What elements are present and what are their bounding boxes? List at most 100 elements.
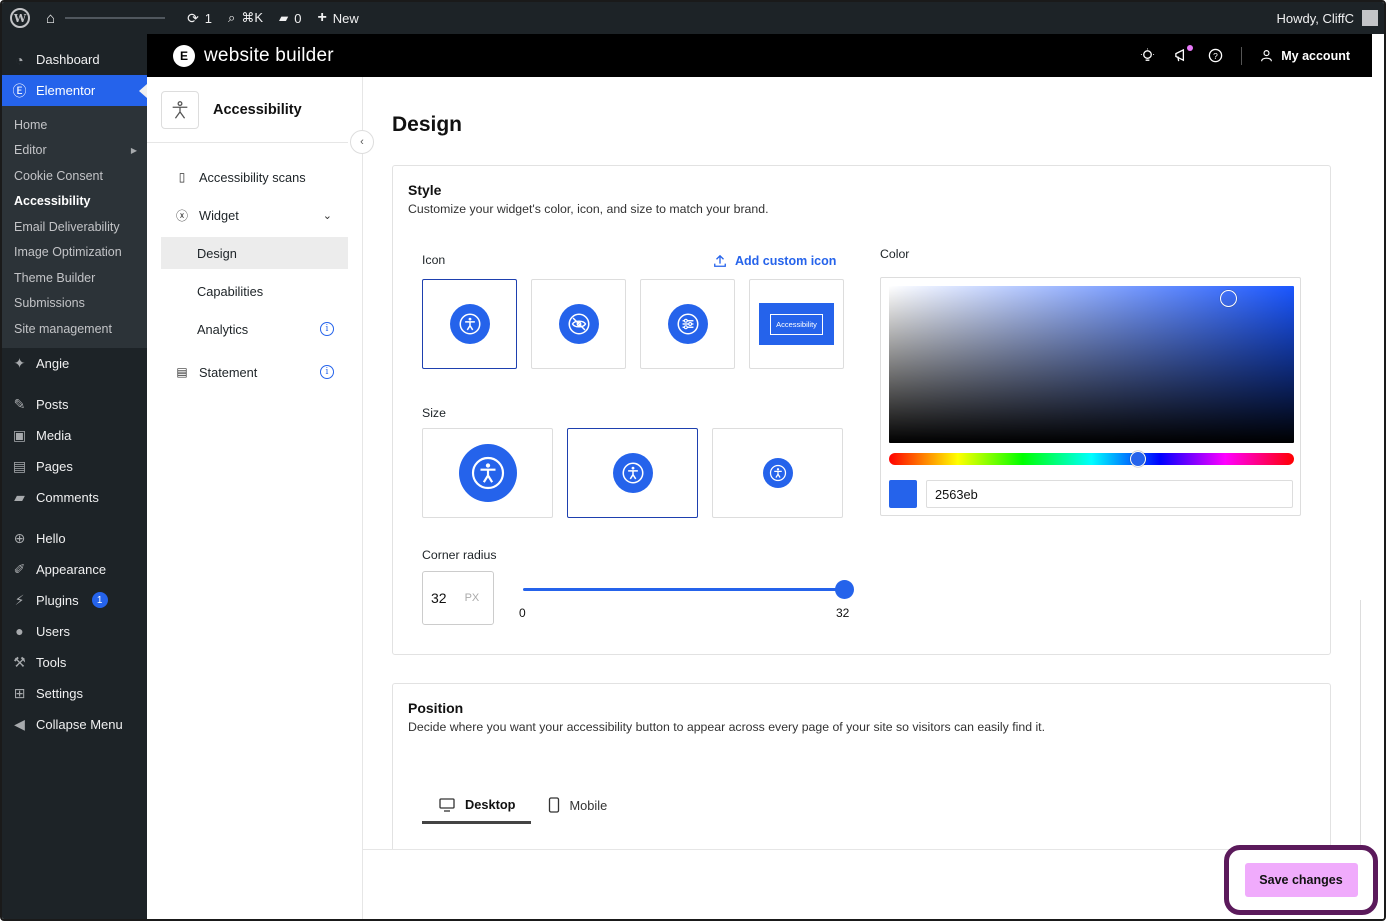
- menu-media[interactable]: ▣ Media: [2, 420, 147, 451]
- comments-menu[interactable]: ▰ 0: [271, 2, 309, 34]
- size-option-small[interactable]: [712, 428, 843, 518]
- nav-capabilities[interactable]: Capabilities: [147, 272, 348, 310]
- pin-icon: ✎: [13, 395, 26, 412]
- save-changes-button[interactable]: Save changes: [1244, 863, 1358, 897]
- plus-icon: +: [317, 9, 327, 26]
- help-icon[interactable]: ?: [1207, 48, 1223, 64]
- color-swatch: [889, 480, 917, 508]
- search-menu[interactable]: ⌕ ⌘K: [220, 2, 271, 34]
- hex-color-input[interactable]: [926, 480, 1293, 508]
- updates-menu[interactable]: ⟳ 1: [179, 2, 220, 34]
- style-card: Style Customize your widget's color, ico…: [392, 165, 1331, 655]
- menu-tools[interactable]: ⚒ Tools: [2, 647, 147, 678]
- accessibility-sidebar: Accessibility ▯ Accessibility scans ⓧ Wi…: [147, 77, 363, 919]
- menu-angie[interactable]: ✦ Angie: [2, 348, 147, 379]
- submenu-email-deliverability[interactable]: Email Deliverability: [2, 214, 147, 240]
- wp-admin-bar: W ⌂ ⟳ 1 ⌕ ⌘K ▰ 0 + New Howdy, CliffC: [2, 2, 1384, 34]
- style-description: Customize your widget's color, icon, and…: [408, 202, 769, 216]
- widget-icon: ⓧ: [175, 208, 188, 223]
- device-tabs: Desktop Mobile: [422, 788, 622, 824]
- plugins-update-badge: 1: [91, 592, 108, 608]
- corner-radius-input[interactable]: 32 PX: [422, 571, 494, 625]
- document-icon: ▤: [176, 365, 188, 379]
- icon-option-text[interactable]: Accessibility: [749, 279, 844, 369]
- menu-elementor[interactable]: Ⓔ Elementor: [2, 75, 147, 106]
- plugin-icon: ⚡: [14, 591, 25, 608]
- add-custom-icon-button[interactable]: Add custom icon: [713, 254, 836, 268]
- search-icon: ⌕: [228, 10, 236, 25]
- tab-desktop[interactable]: Desktop: [422, 788, 531, 824]
- wrench-icon: ⚒: [13, 653, 26, 670]
- corner-radius-label: Corner radius: [422, 548, 497, 562]
- save-highlight-ring: Save changes: [1224, 845, 1378, 915]
- submenu-image-optimization[interactable]: Image Optimization: [2, 240, 147, 266]
- collapse-sidebar-button[interactable]: ‹: [350, 130, 374, 154]
- collapse-arrow-icon: ◀: [14, 715, 25, 732]
- app-window: W ⌂ ⟳ 1 ⌕ ⌘K ▰ 0 + New Howdy, CliffC ◔ D…: [0, 0, 1386, 921]
- chevron-left-icon: ‹: [360, 136, 364, 148]
- account-menu[interactable]: Howdy, CliffC: [1276, 2, 1378, 34]
- submenu-home[interactable]: Home: [2, 112, 147, 138]
- menu-plugins[interactable]: ⚡ Plugins 1: [2, 585, 147, 616]
- color-picker: [880, 277, 1301, 516]
- submenu-theme-builder[interactable]: Theme Builder: [2, 265, 147, 291]
- size-option-large[interactable]: [422, 428, 553, 518]
- elementor-logo-icon: E: [173, 44, 195, 67]
- wp-logo-menu[interactable]: W: [2, 2, 38, 34]
- corner-radius-slider[interactable]: [523, 580, 854, 599]
- scrollbar-track[interactable]: [1360, 600, 1361, 850]
- info-icon[interactable]: i: [320, 322, 334, 336]
- eye-slash-icon: [558, 304, 599, 344]
- menu-appearance[interactable]: ✐ Appearance: [2, 554, 147, 585]
- menu-hello[interactable]: ⊕ Hello: [2, 523, 147, 554]
- menu-collapse[interactable]: ◀ Collapse Menu: [2, 709, 147, 740]
- nav-design[interactable]: Design: [161, 237, 348, 269]
- icon-option-person[interactable]: [422, 279, 517, 369]
- icon-option-eye[interactable]: [531, 279, 626, 369]
- svg-text:?: ?: [1213, 51, 1218, 61]
- submenu-editor[interactable]: Editor ▶: [2, 138, 147, 164]
- lightbulb-icon[interactable]: [1139, 48, 1155, 64]
- menu-posts[interactable]: ✎ Posts: [2, 389, 147, 420]
- saturation-value-area[interactable]: [889, 286, 1294, 443]
- hue-knob[interactable]: [1130, 451, 1146, 467]
- color-label: Color: [880, 247, 910, 261]
- home-icon: ⌂: [46, 9, 56, 27]
- accessibility-person-icon: [612, 453, 653, 493]
- wp-admin-sidebar: ◔ Dashboard Ⓔ Elementor Home Editor ▶ Coo…: [2, 34, 147, 919]
- color-knob[interactable]: [1220, 290, 1237, 307]
- menu-comments[interactable]: ▰ Comments: [2, 482, 147, 513]
- menu-users[interactable]: ● Users: [2, 616, 147, 647]
- new-content-menu[interactable]: + New: [309, 2, 366, 34]
- app-title: website builder: [204, 44, 334, 66]
- hue-slider[interactable]: [889, 451, 1294, 467]
- comment-icon: ▰: [14, 488, 25, 505]
- my-account-button[interactable]: My account: [1260, 49, 1350, 63]
- tab-mobile[interactable]: Mobile: [531, 788, 623, 822]
- submenu-site-management[interactable]: Site management: [2, 316, 147, 342]
- submenu-submissions[interactable]: Submissions: [2, 291, 147, 317]
- nav-accessibility-scans[interactable]: ▯ Accessibility scans: [147, 158, 348, 196]
- upload-icon: [714, 254, 726, 267]
- media-icon: ▣: [12, 426, 27, 443]
- info-icon[interactable]: i: [320, 365, 334, 379]
- size-option-medium[interactable]: [567, 428, 698, 518]
- size-label: Size: [422, 406, 446, 420]
- menu-pages[interactable]: ▤ Pages: [2, 451, 147, 482]
- submenu-accessibility[interactable]: Accessibility: [2, 189, 147, 215]
- menu-dashboard[interactable]: ◔ Dashboard: [2, 44, 147, 75]
- megaphone-icon[interactable]: [1173, 44, 1194, 64]
- top-bar-tools: ? My account: [1139, 34, 1350, 77]
- scan-doc-icon: ▯: [178, 170, 186, 184]
- refresh-icon: ⟳: [187, 9, 199, 26]
- icon-option-sliders[interactable]: [640, 279, 735, 369]
- nav-analytics[interactable]: Analytics i: [147, 310, 348, 348]
- menu-settings[interactable]: ⊞ Settings: [2, 678, 147, 709]
- nav-statement[interactable]: ▤ Statement i: [147, 353, 348, 391]
- site-home-menu[interactable]: ⌂: [38, 2, 173, 34]
- accessibility-person-icon: [458, 444, 517, 502]
- nav-widget[interactable]: ⓧ Widget ⌄: [147, 196, 348, 234]
- accessibility-person-icon: [449, 304, 490, 344]
- submenu-cookie-consent[interactable]: Cookie Consent: [2, 163, 147, 189]
- slider-knob[interactable]: [835, 580, 854, 599]
